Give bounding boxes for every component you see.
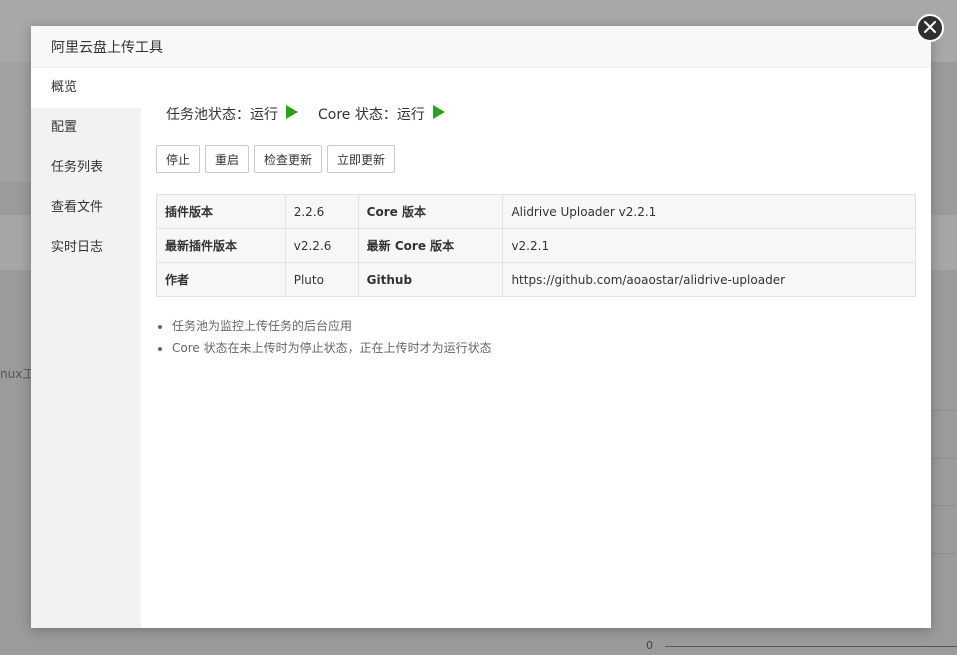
background-chart-line [931,553,957,554]
table-cell: 插件版本 [156,194,286,229]
table-cell: Core 版本 [357,194,504,229]
overview-content: 任务池状态：运行 Core 状态：运行 停止 重启 检查更新 立即更新 插件版本… [156,68,916,628]
core-status-label: Core 状态：运行 [318,107,425,123]
play-icon [286,105,298,123]
version-info-table: 插件版本 2.2.6 Core 版本 Alidrive Uploader v2.… [156,194,916,297]
sidebar-item-view-files[interactable]: 查看文件 [31,188,141,228]
sidebar-item-label: 概览 [51,80,78,95]
stop-button[interactable]: 停止 [156,145,201,173]
background-chart-line [931,505,957,506]
table-row: 最新插件版本 v2.2.6 最新 Core 版本 v2.2.1 [156,228,916,263]
background-axis-zero: 0 [646,639,653,652]
task-pool-status-label: 任务池状态：运行 [166,107,278,123]
list-item: 任务池为监控上传任务的后台应用 [172,315,492,337]
table-cell: Alidrive Uploader v2.2.1 [502,194,916,229]
alidrive-uploader-modal: 阿里云盘上传工具 概览 配置 任务列表 查看文件 实时日志 任务池状态：运行 C… [31,26,931,628]
background-chart-line [931,410,957,411]
table-cell: v2.2.6 [284,228,359,263]
background-chart-axis [665,646,957,647]
background-partial-text: nux工 [0,367,35,381]
modal-sidebar: 概览 配置 任务列表 查看文件 实时日志 [31,68,141,628]
close-button[interactable] [916,14,944,42]
sidebar-item-label: 查看文件 [51,200,104,215]
sidebar-item-overview[interactable]: 概览 [31,68,141,108]
background-chart-line [931,458,957,459]
table-cell: Github [357,262,504,297]
table-cell: 最新插件版本 [156,228,286,263]
sidebar-item-live-log[interactable]: 实时日志 [31,228,141,268]
table-cell: v2.2.1 [502,228,916,263]
close-icon [924,20,936,36]
sidebar-item-task-list[interactable]: 任务列表 [31,148,141,188]
sidebar-item-config[interactable]: 配置 [31,108,141,148]
list-item: Core 状态在未上传时为停止状态，正在上传时才为运行状态 [172,337,492,359]
background-panel [0,62,31,182]
table-row: 作者 Pluto Github https://github.com/aoaos… [156,262,916,297]
check-update-button[interactable]: 检查更新 [254,145,323,173]
table-row: 插件版本 2.2.6 Core 版本 Alidrive Uploader v2.… [156,194,916,229]
table-cell: Pluto [284,262,359,297]
update-now-button[interactable]: 立即更新 [327,145,396,173]
table-cell: 2.2.6 [284,194,359,229]
sidebar-item-label: 任务列表 [51,160,104,175]
sidebar-item-label: 配置 [51,120,78,135]
github-link[interactable]: https://github.com/aoaostar/alidrive-upl… [502,262,916,297]
background-panel [0,215,31,270]
modal-header: 阿里云盘上传工具 [31,26,931,68]
table-cell: 作者 [156,262,286,297]
play-icon [432,105,445,123]
restart-button[interactable]: 重启 [205,145,250,173]
modal-title: 阿里云盘上传工具 [51,39,163,56]
sidebar-item-label: 实时日志 [51,240,104,255]
notes-list: 任务池为监控上传任务的后台应用 Core 状态在未上传时为停止状态，正在上传时才… [156,315,492,359]
core-status: Core 状态：运行 [318,104,445,124]
background-panel [931,215,957,270]
action-buttons: 停止 重启 检查更新 立即更新 [156,145,400,173]
status-row: 任务池状态：运行 Core 状态：运行 [166,104,465,124]
table-cell: 最新 Core 版本 [357,228,504,263]
task-pool-status: 任务池状态：运行 [166,104,298,124]
